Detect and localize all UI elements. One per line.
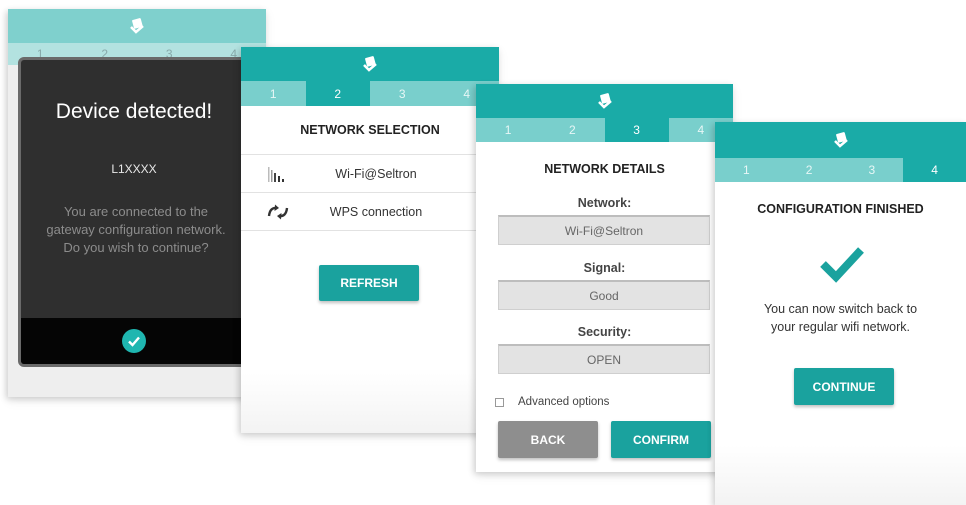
checkmark-icon <box>820 247 864 283</box>
step-1: 1 <box>715 158 778 182</box>
app-logo-icon <box>130 18 144 34</box>
screen-network-details: 1 2 3 4 NETWORK DETAILS Network: Wi-Fi@S… <box>476 84 733 472</box>
wps-arrows-icon <box>267 204 289 220</box>
screen-configuration-finished: 1 2 3 4 CONFIGURATION FINISHED You can n… <box>715 122 966 505</box>
confirm-check-button[interactable] <box>122 329 146 353</box>
app-logo-icon <box>833 132 848 148</box>
page-title: NETWORK SELECTION <box>300 123 440 137</box>
device-detected-dialog: Device detected! L1XXXX You are connecte… <box>18 57 250 367</box>
dialog-title: Device detected! <box>55 100 213 123</box>
dialog-footer <box>21 318 247 364</box>
page-title: NETWORK DETAILS <box>544 162 665 176</box>
security-field: OPEN <box>498 344 710 374</box>
device-id: L1XXXX <box>111 162 157 176</box>
back-button[interactable]: BACK <box>498 421 598 458</box>
screen-network-selection: 1 2 3 4 NETWORK SELECTION Wi-Fi@Seltron … <box>241 47 499 433</box>
advanced-options-label: Advanced options <box>518 396 610 408</box>
network-label: Network: <box>577 196 632 210</box>
signal-field: Good <box>498 280 710 310</box>
network-item-wps[interactable]: WPS connection <box>241 193 499 231</box>
step-3: 3 <box>370 81 435 106</box>
network-field: Wi-Fi@Seltron <box>498 215 710 245</box>
advanced-options-checkbox[interactable] <box>495 397 504 407</box>
bottom-fade <box>241 373 499 433</box>
step-1: 1 <box>476 118 541 142</box>
app-header <box>241 47 499 81</box>
app-header <box>715 122 966 158</box>
finished-message: You can now switch back to your regular … <box>715 300 966 336</box>
network-list: Wi-Fi@Seltron WPS connection <box>241 154 499 231</box>
app-header <box>8 9 266 43</box>
step-4: 4 <box>903 158 966 182</box>
step-3: 3 <box>840 158 904 182</box>
finished-message-line-1: You can now switch back to <box>763 302 918 316</box>
continue-button[interactable]: CONTINUE <box>794 368 894 405</box>
signal-bars-icon <box>268 167 284 182</box>
signal-label: Signal: <box>583 261 626 275</box>
step-3: 3 <box>604 118 669 142</box>
app-logo-icon <box>363 56 377 72</box>
step-indicator: 1 2 3 4 <box>476 118 733 142</box>
page-title: CONFIGURATION FINISHED <box>757 202 924 216</box>
confirm-button[interactable]: CONFIRM <box>611 421 711 458</box>
step-indicator: 1 2 3 4 <box>241 81 499 106</box>
security-label: Security: <box>577 325 632 339</box>
finished-message-line-2: your regular wifi network. <box>771 320 910 334</box>
check-circle-icon <box>128 336 140 347</box>
advanced-options-toggle[interactable]: Advanced options <box>495 396 609 408</box>
step-2: 2 <box>305 81 370 106</box>
bottom-fade <box>715 445 966 505</box>
step-1: 1 <box>241 81 306 106</box>
network-item-wifi[interactable]: Wi-Fi@Seltron <box>241 155 499 193</box>
app-logo-icon <box>597 93 612 109</box>
step-2: 2 <box>540 118 605 142</box>
app-header <box>476 84 733 118</box>
step-indicator: 1 2 3 4 <box>715 158 966 182</box>
refresh-button[interactable]: REFRESH <box>319 265 419 301</box>
screen-device-detected: 1 2 3 4 Device detected! L1XXXX You are … <box>8 9 266 397</box>
dialog-message: You are connected to the gateway configu… <box>46 204 226 255</box>
step-2: 2 <box>777 158 841 182</box>
